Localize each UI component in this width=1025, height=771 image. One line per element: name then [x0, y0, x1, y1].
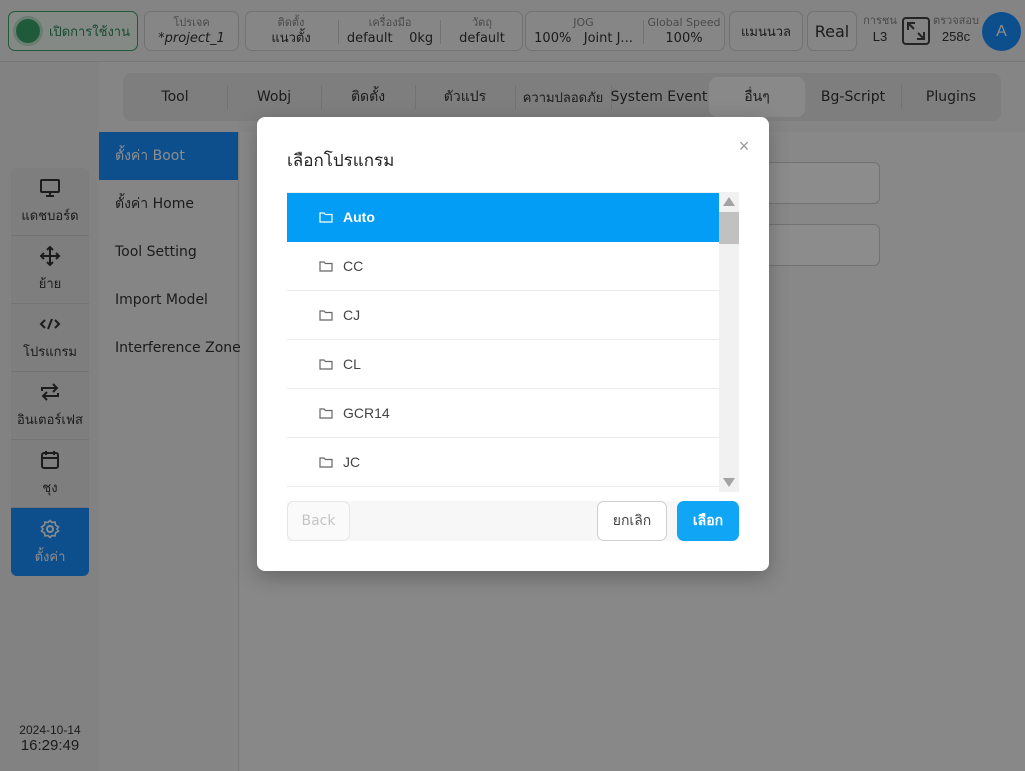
folder-row[interactable]: CL: [287, 340, 719, 389]
folder-row[interactable]: CC: [287, 242, 719, 291]
folder-row[interactable]: GCR14: [287, 389, 719, 438]
folder-name: GCR14: [343, 405, 390, 421]
cancel-button[interactable]: ยกเลิก: [597, 501, 667, 541]
select-program-dialog: เลือกโปรแกรม × Auto CC CJ CL GCR14 JC Ba…: [257, 117, 769, 571]
folder-name: Auto: [343, 209, 375, 225]
folder-icon: [319, 261, 333, 272]
folder-icon: [319, 310, 333, 321]
folder-name: CJ: [343, 307, 361, 323]
scroll-down-icon[interactable]: [723, 478, 735, 487]
list-scrollbar[interactable]: [719, 192, 739, 492]
folder-icon: [319, 408, 333, 419]
folder-icon: [319, 457, 333, 468]
scroll-thumb[interactable]: [719, 212, 739, 244]
close-icon[interactable]: ×: [735, 137, 753, 155]
folder-row[interactable]: Auto: [287, 193, 719, 242]
back-button[interactable]: Back: [287, 501, 350, 541]
scroll-up-icon[interactable]: [723, 197, 735, 206]
folder-row[interactable]: CJ: [287, 291, 719, 340]
folder-icon: [319, 212, 333, 223]
folder-name: CC: [343, 258, 364, 274]
folder-name: JC: [343, 454, 361, 470]
folder-row[interactable]: JC: [287, 438, 719, 487]
dialog-footer: Back ยกเลิก เลือก: [287, 501, 739, 541]
dialog-title: เลือกโปรแกรม: [287, 151, 395, 171]
folder-name: CL: [343, 356, 361, 372]
select-button[interactable]: เลือก: [677, 501, 739, 541]
folder-icon: [319, 359, 333, 370]
program-folder-list: Auto CC CJ CL GCR14 JC: [287, 192, 719, 492]
